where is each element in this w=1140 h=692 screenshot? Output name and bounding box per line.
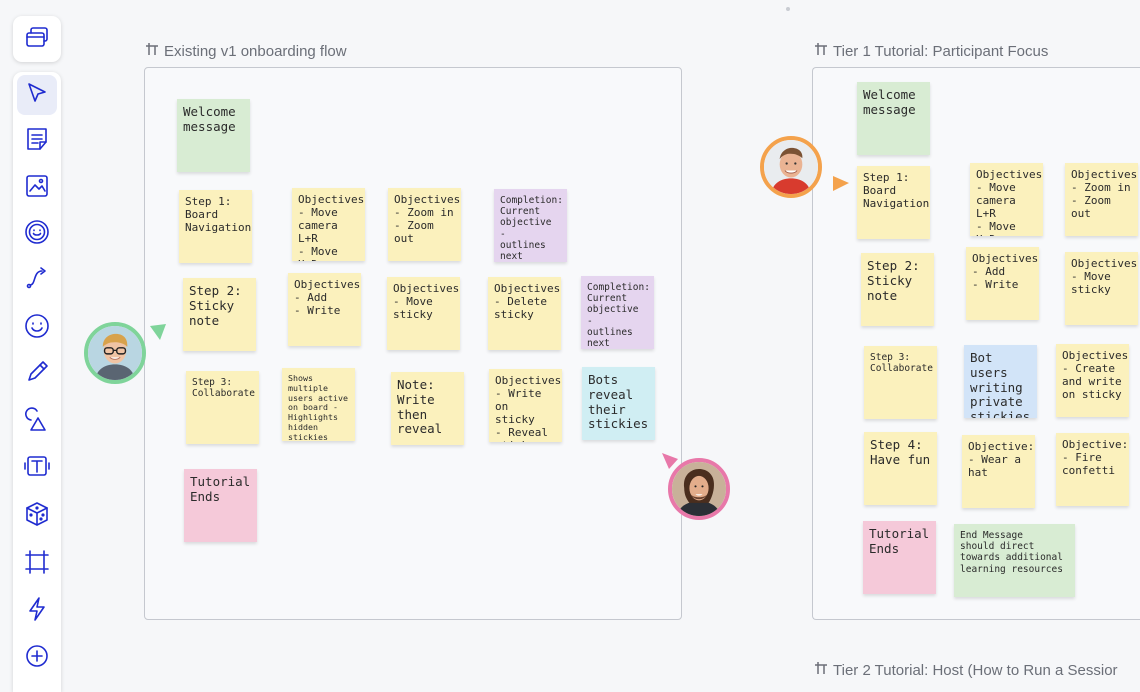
sticky-note[interactable]: Objectives: - Move sticky	[1065, 252, 1138, 325]
sticky-note[interactable]: Objectives: - Move camera L+R - Move U+D	[292, 188, 365, 261]
sticky-note[interactable]: Step 3: Collaborate	[864, 346, 937, 419]
sticky-note[interactable]: Objectives: - Write on sticky - Reveal s…	[489, 369, 562, 442]
cursor-pointer-icon	[662, 453, 678, 469]
sticky-note[interactable]: Shows multiple users active on board - H…	[282, 368, 355, 441]
frame-title-tier1[interactable]: Tier 1 Tutorial: Participant Focus	[814, 42, 1048, 60]
sticky-note[interactable]: Objectives: - Move sticky	[387, 277, 460, 350]
dice-icon	[22, 499, 52, 534]
sticky-note[interactable]: Step 1: Board Navigation	[179, 190, 252, 263]
sticky-note-icon	[22, 124, 52, 159]
emoji-tool[interactable]	[17, 308, 57, 348]
select-icon	[22, 78, 52, 113]
sticky-note[interactable]: Objectives: - Create and write on sticky	[1056, 344, 1129, 417]
connector-icon	[22, 263, 52, 298]
connector-tool[interactable]	[17, 260, 57, 300]
frame-title-text: Existing v1 onboarding flow	[164, 42, 347, 60]
left-toolbar	[13, 72, 61, 692]
sticky-note[interactable]: Note: Write then reveal	[391, 372, 464, 445]
text-tool[interactable]	[17, 448, 57, 488]
sticky-note[interactable]: Tutorial Ends	[184, 469, 257, 542]
sticker-tool[interactable]	[17, 214, 57, 254]
sticky-note-tool[interactable]	[17, 121, 57, 161]
frame-icon	[814, 42, 828, 60]
shapes-tool[interactable]	[17, 402, 57, 442]
collaborator-avatar-green[interactable]	[84, 322, 146, 384]
text-icon	[22, 451, 52, 486]
sticky-note[interactable]: Bot users writing private stickies	[964, 345, 1037, 418]
shapes-icon	[22, 405, 52, 440]
add-tool[interactable]	[17, 638, 57, 678]
cursor-pointer-icon	[833, 176, 849, 191]
sticky-note[interactable]: Objectives: - Add - Write	[966, 247, 1039, 320]
sticker-icon	[22, 217, 52, 252]
emoji-icon	[22, 311, 52, 346]
canvas-dot	[786, 7, 790, 11]
sticky-note[interactable]: Tutorial Ends	[863, 521, 936, 594]
frame-title-text: Tier 2 Tutorial: Host (How to Run a Sess…	[833, 661, 1118, 679]
sticky-note[interactable]: Step 4: Have fun	[864, 432, 937, 505]
sticky-note[interactable]: Objective: - Wear a hat	[962, 435, 1035, 508]
frame-icon	[814, 661, 828, 679]
sticky-note[interactable]: Objectives: - Zoom in - Zoom out	[1065, 163, 1138, 236]
frame-tool[interactable]	[17, 544, 57, 584]
sticky-note[interactable]: Objectives: - Add - Write	[288, 273, 361, 346]
sticky-note[interactable]: Completion: Current objective - outlines…	[494, 189, 567, 262]
sticky-note[interactable]: Welcome message	[177, 99, 250, 172]
select-tool[interactable]	[17, 75, 57, 115]
image-tool[interactable]	[17, 168, 57, 208]
sticky-note[interactable]: Objectives: - Zoom in - Zoom out	[388, 188, 461, 261]
frame-icon	[22, 547, 52, 582]
sticky-note[interactable]: End Message should direct towards additi…	[954, 524, 1075, 597]
collaborator-avatar-orange[interactable]	[760, 136, 822, 198]
cursor-pointer-icon	[150, 324, 166, 340]
lightning-icon	[22, 594, 52, 629]
image-icon	[22, 171, 52, 206]
pen-tool[interactable]	[17, 354, 57, 394]
sticky-note[interactable]: Step 2: Sticky note	[183, 278, 256, 351]
dice-tool[interactable]	[17, 496, 57, 536]
sticky-note[interactable]: Step 2: Sticky note	[861, 253, 934, 326]
sticky-note[interactable]: Objectives: - Delete sticky	[488, 277, 561, 350]
sticky-note[interactable]: Objective: - Fire confetti	[1056, 433, 1129, 506]
sticky-note[interactable]: Welcome message	[857, 82, 930, 155]
sticky-note[interactable]: Objectives: - Move camera L+R - Move U+D	[970, 163, 1043, 236]
layers-button[interactable]	[13, 16, 61, 62]
frame-title-text: Tier 1 Tutorial: Participant Focus	[833, 42, 1049, 60]
sticky-note[interactable]: Completion: Current objective - outlines…	[581, 276, 654, 349]
frame-title-tier2[interactable]: Tier 2 Tutorial: Host (How to Run a Sess…	[814, 661, 1118, 679]
lightning-tool[interactable]	[17, 591, 57, 631]
layers-icon	[22, 22, 52, 57]
pen-icon	[22, 357, 52, 392]
sticky-note[interactable]: Step 3: Collaborate	[186, 371, 259, 444]
frame-icon	[145, 42, 159, 60]
sticky-note[interactable]: Bots reveal their stickies	[582, 367, 655, 440]
frame-title-v1[interactable]: Existing v1 onboarding flow	[145, 42, 347, 60]
sticky-note[interactable]: Step 1: Board Navigation	[857, 166, 930, 239]
add-icon	[22, 641, 52, 676]
